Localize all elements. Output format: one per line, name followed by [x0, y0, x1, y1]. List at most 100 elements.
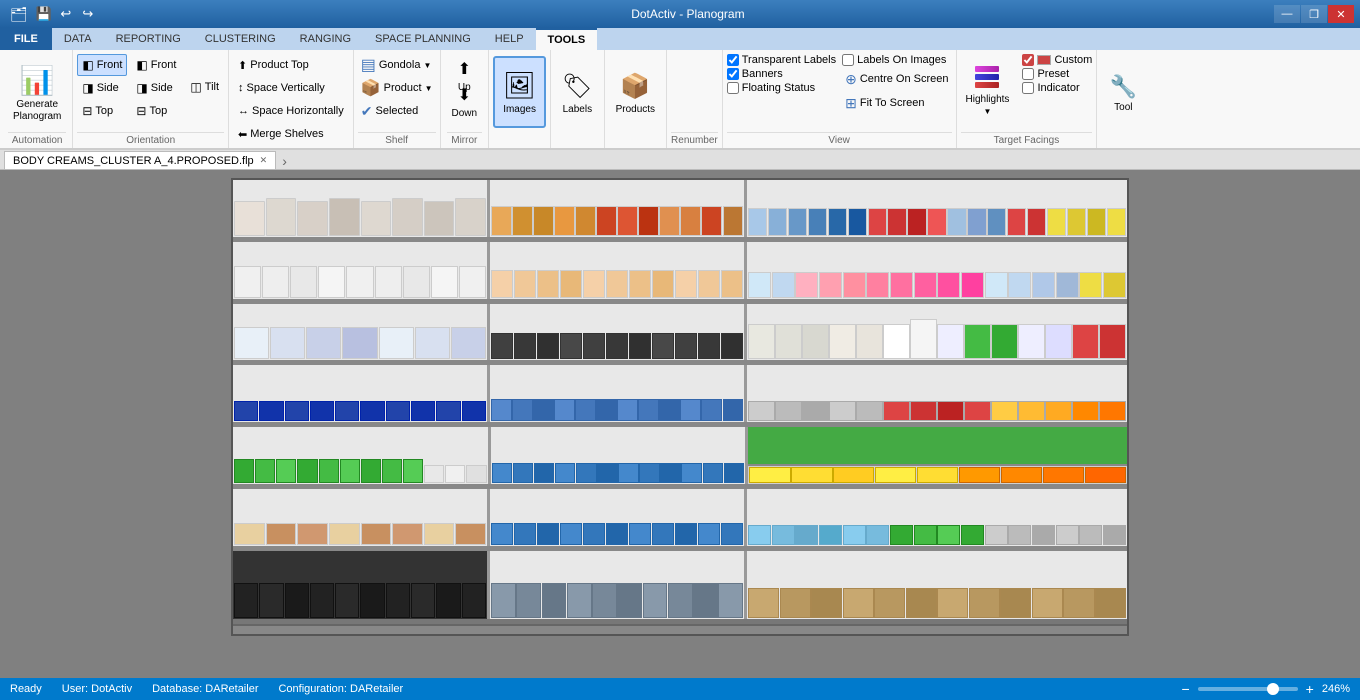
zoom-slider[interactable]: [1198, 687, 1298, 691]
highlights-label: Highlights: [966, 94, 1010, 105]
transparent-labels-input[interactable]: [727, 54, 739, 66]
highlights-color-bar3: [975, 82, 999, 88]
space-horizontally-button[interactable]: ↔ Space Horizontally: [233, 100, 349, 122]
save-button[interactable]: 💾: [34, 4, 54, 24]
group-renumber: Renumber: [667, 50, 723, 148]
merge-shelves-button[interactable]: ⬅ Merge Shelves: [233, 123, 349, 145]
orientation-front-button[interactable]: ◧ Front: [77, 54, 127, 76]
floating-status-checkbox[interactable]: Floating Status: [727, 82, 836, 94]
product-button[interactable]: 📦 Product ▼: [358, 77, 436, 99]
custom-input[interactable]: [1022, 54, 1034, 66]
tab-file[interactable]: FILE: [0, 28, 52, 50]
group-view-label: View: [727, 132, 952, 146]
products-label: Products: [616, 104, 655, 115]
status-configuration: Configuration: DARetailer: [278, 683, 403, 695]
merge-shelves-icon: ⬅: [238, 128, 247, 141]
group-view: Transparent Labels Banners Floating Stat…: [723, 50, 957, 148]
group-target-facings-label: Target Facings: [961, 132, 1093, 146]
orientation-top2-button[interactable]: ⊟ Top: [131, 100, 181, 122]
zoom-out-button[interactable]: −: [1181, 681, 1189, 697]
transparent-labels-checkbox[interactable]: Transparent Labels: [727, 54, 836, 66]
group-automation: 📊 GeneratePlanogram Automation: [2, 50, 73, 148]
generate-planogram-button[interactable]: 📊 GeneratePlanogram: [8, 56, 66, 130]
front-icon: ◧: [82, 58, 93, 72]
doc-tab[interactable]: BODY CREAMS_CLUSTER A_4.PROPOSED.flp ✕: [4, 151, 276, 169]
floating-status-input[interactable]: [727, 82, 739, 94]
minimize-button[interactable]: —: [1274, 5, 1300, 23]
fit-to-screen-icon: ⊞: [845, 95, 857, 112]
undo-button[interactable]: ↩: [56, 4, 76, 24]
group-automation-label: Automation: [8, 132, 66, 146]
tab-space-planning[interactable]: SPACE PLANNING: [363, 28, 483, 50]
canvas-area: [0, 170, 1360, 678]
zoom-in-button[interactable]: +: [1306, 681, 1314, 697]
centre-on-screen-icon: ⊕: [845, 71, 857, 88]
space-vertically-label: Space Vertically: [247, 82, 325, 94]
orientation-front2-button[interactable]: ◧ Front: [131, 54, 181, 76]
app-icon: 🗂: [10, 6, 28, 23]
labels-icon: 🏷: [562, 72, 592, 101]
product-top-button[interactable]: ⬆ Product Top: [233, 54, 349, 76]
mirror-up-button[interactable]: ⬆ Up: [453, 56, 476, 78]
orientation-side-button[interactable]: ◨ Side: [77, 77, 127, 99]
doc-tab-close[interactable]: ✕: [260, 155, 268, 166]
images-button[interactable]: 🖼 Images: [493, 56, 546, 128]
generate-planogram-icon: 📊: [20, 64, 55, 97]
mirror-down-icon: ⬇: [458, 85, 471, 105]
group-mirror-label: Mirror: [447, 132, 483, 146]
space-horizontally-label: Space Horizontally: [252, 105, 344, 117]
redo-button[interactable]: ↪: [78, 4, 98, 24]
gondola-button[interactable]: ▤ Gondola ▼: [358, 54, 436, 76]
highlights-button[interactable]: Highlights ▼: [961, 54, 1015, 128]
products-button[interactable]: 📦 Products: [609, 58, 662, 130]
custom-checkbox[interactable]: Custom: [1022, 54, 1092, 66]
selected-button[interactable]: ✔ Selected: [358, 100, 436, 122]
preset-checkbox[interactable]: Preset: [1022, 68, 1092, 80]
tab-tools[interactable]: TOOLS: [536, 28, 598, 50]
tab-reporting[interactable]: REPORTING: [104, 28, 193, 50]
tab-ranging[interactable]: RANGING: [288, 28, 363, 50]
doc-scroll-right[interactable]: ›: [276, 153, 293, 169]
zoom-slider-thumb[interactable]: [1267, 683, 1279, 695]
custom-label: Custom: [1054, 54, 1092, 66]
status-bar: Ready User: DotActiv Database: DARetaile…: [0, 678, 1360, 700]
selected-icon: ✔: [361, 103, 373, 120]
indicator-checkbox[interactable]: Indicator: [1022, 82, 1092, 94]
indicator-input[interactable]: [1022, 82, 1034, 94]
mirror-down-button[interactable]: ⬇ Down: [447, 82, 483, 104]
centre-on-screen-button[interactable]: ⊕ Centre On Screen: [842, 68, 951, 90]
group-mirror: ⬆ Up ⬇ Down Mirror: [441, 50, 490, 148]
images-icon: 🖼: [503, 70, 536, 101]
tab-data[interactable]: DATA: [52, 28, 104, 50]
tool-button[interactable]: 🔧 Tool: [1101, 57, 1145, 131]
title-bar: 🗂 💾 ↩ ↪ DotActiv - Planogram — ❐ ✕: [0, 0, 1360, 28]
labels-on-images-checkbox[interactable]: Labels On Images: [842, 54, 951, 66]
window-controls: — ❐ ✕: [1274, 5, 1354, 23]
shelf-base: [233, 624, 1127, 634]
fit-to-screen-button[interactable]: ⊞ Fit To Screen: [842, 92, 951, 114]
labels-button[interactable]: 🏷 Labels: [555, 58, 599, 130]
tab-clustering[interactable]: CLUSTERING: [193, 28, 288, 50]
labels-on-images-input[interactable]: [842, 54, 854, 66]
gondola-label: Gondola: [379, 59, 421, 71]
preset-input[interactable]: [1022, 68, 1034, 80]
orientation-top-button[interactable]: ⊟ Top: [77, 100, 127, 122]
tab-help[interactable]: HELP: [483, 28, 536, 50]
close-button[interactable]: ✕: [1328, 5, 1354, 23]
orientation-side2-button[interactable]: ◨ Side: [131, 77, 181, 99]
banners-input[interactable]: [727, 68, 739, 80]
front2-label: Front: [151, 59, 177, 71]
group-tool: 🔧 Tool .: [1096, 50, 1149, 148]
highlights-color-bar2: [975, 74, 999, 80]
banners-checkbox[interactable]: Banners: [727, 68, 836, 80]
group-add-remove: ⬆ Product Top ↕ Space Vertically ↔ Space…: [229, 50, 354, 148]
restore-button[interactable]: ❐: [1301, 5, 1327, 23]
side2-label: Side: [151, 82, 173, 94]
planogram-canvas[interactable]: [231, 178, 1129, 636]
orientation-tilt-button[interactable]: ◫ Tilt: [185, 76, 224, 98]
window-title: DotActiv - Planogram: [102, 7, 1274, 21]
gondola-dropdown-icon: ▼: [423, 61, 431, 70]
space-vertically-button[interactable]: ↕ Space Vertically: [233, 77, 349, 99]
group-shelf: ▤ Gondola ▼ 📦 Product ▼ ✔ Selected Shelf: [354, 50, 441, 148]
quick-access-toolbar: 🗂 💾 ↩ ↪: [6, 4, 102, 24]
